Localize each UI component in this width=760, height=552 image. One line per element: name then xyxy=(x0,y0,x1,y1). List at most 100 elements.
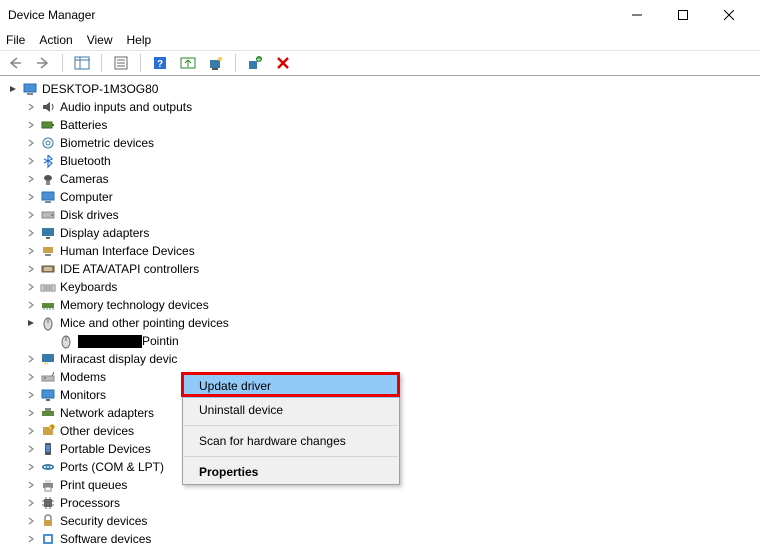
category-label: Memory technology devices xyxy=(60,296,209,314)
tree-category[interactable]: Miracast display devic xyxy=(6,350,760,368)
tree-category[interactable]: Processors xyxy=(6,494,760,512)
biometric-icon xyxy=(40,135,56,151)
expand-icon[interactable] xyxy=(24,190,38,204)
mouse-icon xyxy=(58,333,74,349)
expand-icon[interactable] xyxy=(24,262,38,276)
tree-device[interactable]: Pointin xyxy=(6,332,760,350)
ctx-properties[interactable]: Properties xyxy=(183,460,399,484)
ctx-update-driver[interactable]: Update driver xyxy=(183,374,399,398)
tree-category[interactable]: Bluetooth xyxy=(6,152,760,170)
battery-icon xyxy=(40,117,56,133)
monitor-icon xyxy=(40,387,56,403)
category-label: Print queues xyxy=(60,476,127,494)
category-label: IDE ATA/ATAPI controllers xyxy=(60,260,199,278)
category-label: Disk drives xyxy=(60,206,119,224)
minimize-button[interactable] xyxy=(614,0,660,30)
expand-icon[interactable] xyxy=(24,208,38,222)
expand-icon[interactable] xyxy=(24,100,38,114)
expand-icon[interactable] xyxy=(24,244,38,258)
expand-icon[interactable] xyxy=(24,478,38,492)
menu-help[interactable]: Help xyxy=(127,33,152,47)
uninstall-button[interactable] xyxy=(272,52,294,74)
category-label: Miracast display devic xyxy=(60,350,177,368)
expand-icon[interactable] xyxy=(24,442,38,456)
category-label: Security devices xyxy=(60,512,147,530)
tree-category[interactable]: Cameras xyxy=(6,170,760,188)
tree-category[interactable]: Biometric devices xyxy=(6,134,760,152)
tree-category[interactable]: Display adapters xyxy=(6,224,760,242)
properties-button[interactable] xyxy=(110,52,132,74)
update-driver-button[interactable] xyxy=(177,52,199,74)
expand-icon[interactable] xyxy=(24,298,38,312)
keyboard-icon xyxy=(40,279,56,295)
expand-icon[interactable] xyxy=(24,352,38,366)
context-menu: Update driver Uninstall device Scan for … xyxy=(182,373,400,485)
tree-category[interactable]: Computer xyxy=(6,188,760,206)
expand-icon[interactable] xyxy=(24,118,38,132)
ctx-scan-hardware[interactable]: Scan for hardware changes xyxy=(183,429,399,453)
expand-icon[interactable] xyxy=(24,172,38,186)
display-icon xyxy=(40,225,56,241)
cpu-icon xyxy=(40,495,56,511)
menu-action[interactable]: Action xyxy=(39,33,72,47)
other-icon: ? xyxy=(40,423,56,439)
menu-view[interactable]: View xyxy=(87,33,113,47)
tree-category[interactable]: Memory technology devices xyxy=(6,296,760,314)
tree-category[interactable]: Security devices xyxy=(6,512,760,530)
computer-icon xyxy=(40,189,56,205)
forward-button[interactable] xyxy=(32,52,54,74)
network-icon xyxy=(40,405,56,421)
category-label: Monitors xyxy=(60,386,106,404)
category-label: Bluetooth xyxy=(60,152,111,170)
category-label: Computer xyxy=(60,188,113,206)
print-icon xyxy=(40,477,56,493)
mouse-icon xyxy=(40,315,56,331)
help-button[interactable]: ? xyxy=(149,52,171,74)
show-hide-tree-button[interactable] xyxy=(71,52,93,74)
tree-category[interactable]: Human Interface Devices xyxy=(6,242,760,260)
tree-category[interactable]: Software devices xyxy=(6,530,760,548)
device-label-suffix: Pointin xyxy=(142,332,179,350)
back-button[interactable] xyxy=(4,52,26,74)
tree-category[interactable]: Mice and other pointing devices xyxy=(6,314,760,332)
tree-category[interactable]: Batteries xyxy=(6,116,760,134)
collapse-icon[interactable] xyxy=(6,82,20,96)
tree-root[interactable]: DESKTOP-1M3OG80 xyxy=(6,80,760,98)
expand-icon[interactable] xyxy=(24,388,38,402)
bluetooth-icon xyxy=(40,153,56,169)
category-label: Biometric devices xyxy=(60,134,154,152)
expand-icon[interactable] xyxy=(24,496,38,510)
close-button[interactable] xyxy=(706,0,752,30)
modem-icon xyxy=(40,369,56,385)
hid-icon xyxy=(40,243,56,259)
tree-category[interactable]: Disk drives xyxy=(6,206,760,224)
menu-file[interactable]: File xyxy=(6,33,25,47)
expand-icon[interactable] xyxy=(24,136,38,150)
ctx-uninstall-device[interactable]: Uninstall device xyxy=(183,398,399,422)
category-label: Display adapters xyxy=(60,224,149,242)
svg-text:?: ? xyxy=(157,59,163,70)
expand-icon[interactable] xyxy=(24,226,38,240)
expand-icon[interactable] xyxy=(24,370,38,384)
expand-icon[interactable] xyxy=(24,460,38,474)
ports-icon xyxy=(40,459,56,475)
scan-hardware-button[interactable] xyxy=(205,52,227,74)
expand-icon[interactable] xyxy=(24,316,38,330)
toolbar: ? + xyxy=(0,50,760,76)
add-legacy-button[interactable]: + xyxy=(244,52,266,74)
expand-icon[interactable] xyxy=(24,406,38,420)
expand-icon[interactable] xyxy=(24,154,38,168)
category-label: Software devices xyxy=(60,530,151,548)
expand-icon[interactable] xyxy=(24,424,38,438)
tree-category[interactable]: Audio inputs and outputs xyxy=(6,98,760,116)
tree-category[interactable]: IDE ATA/ATAPI controllers xyxy=(6,260,760,278)
expand-icon[interactable] xyxy=(24,514,38,528)
window-title: Device Manager xyxy=(8,8,614,22)
expand-icon[interactable] xyxy=(24,280,38,294)
maximize-button[interactable] xyxy=(660,0,706,30)
redacted-text xyxy=(78,335,142,348)
tree-category[interactable]: Keyboards xyxy=(6,278,760,296)
category-label: Human Interface Devices xyxy=(60,242,195,260)
category-label: Batteries xyxy=(60,116,107,134)
expand-icon[interactable] xyxy=(24,532,38,546)
